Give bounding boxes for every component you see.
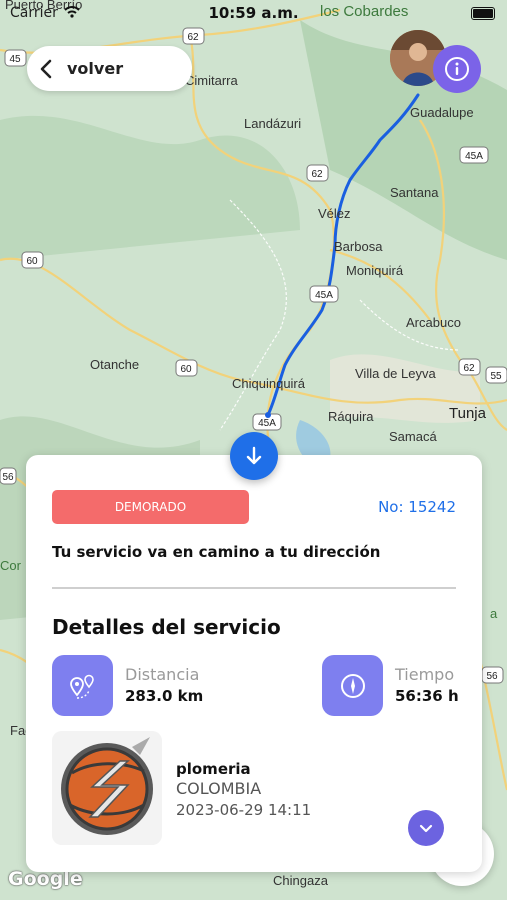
distance-value: 283.0 km (125, 687, 204, 705)
map-label: a (490, 606, 498, 621)
map-label: Santana (390, 185, 439, 200)
battery-icon (471, 7, 495, 20)
chevron-left-icon (40, 59, 52, 78)
road-shield: 55 (485, 366, 507, 384)
service-name: plomeria (176, 760, 251, 778)
road-shield: 62 (182, 27, 205, 45)
status-message: Tu servicio va en camino a tu dirección (52, 543, 381, 561)
road-shield: 56 (481, 666, 504, 684)
svg-text:60: 60 (180, 364, 192, 375)
expand-details-button[interactable] (408, 810, 444, 846)
map-label: Cor (0, 558, 22, 573)
order-number: No: 15242 (378, 498, 456, 516)
svg-text:45A: 45A (315, 290, 333, 301)
svg-text:56: 56 (486, 671, 498, 682)
map-label: Barbosa (334, 239, 383, 254)
road-shield: 45 (4, 49, 27, 67)
map-label: Landázuri (244, 116, 301, 131)
road-shield: 62 (458, 358, 481, 376)
section-title: Detalles del servicio (52, 615, 281, 639)
road-shield: 62 (306, 164, 329, 182)
distance-icon-box (52, 655, 113, 716)
compass-icon (340, 673, 365, 698)
collapse-card-button[interactable] (230, 432, 278, 480)
map-label: Chiquinquirá (232, 376, 306, 391)
map-label: Cimitarra (185, 73, 238, 88)
time-value: 56:36 h (395, 687, 459, 705)
svg-text:45A: 45A (258, 418, 276, 429)
map-label: Vélez (318, 206, 351, 221)
svg-text:60: 60 (26, 256, 38, 267)
svg-text:62: 62 (311, 169, 323, 180)
info-icon (445, 57, 469, 81)
service-logo-image (52, 731, 162, 845)
service-logo (52, 731, 162, 845)
clock: 10:59 a.m. (208, 4, 299, 22)
svg-text:55: 55 (490, 371, 502, 382)
chevron-down-icon (419, 824, 433, 833)
road-shield: 60 (21, 251, 44, 269)
time-icon-box (322, 655, 383, 716)
service-country: COLOMBIA (176, 779, 262, 798)
divider (52, 587, 456, 589)
map-label: Guadalupe (410, 105, 474, 120)
route-pins-icon (69, 674, 94, 699)
map-label: Samacá (389, 429, 437, 444)
road-shield: 60 (175, 359, 198, 377)
road-shield: 56 (0, 467, 17, 485)
back-button[interactable]: volver (27, 46, 192, 91)
info-button[interactable] (433, 45, 481, 93)
svg-text:56: 56 (2, 472, 14, 483)
time-label: Tiempo (395, 665, 455, 684)
arrow-down-icon (246, 446, 262, 465)
service-datetime: 2023-06-29 14:11 (176, 801, 312, 819)
map-label: Ráquira (328, 409, 374, 424)
map-label: Moniquirá (346, 263, 404, 278)
road-shield: 45A (459, 146, 489, 164)
map-label: Tunja (449, 405, 487, 422)
map-label: Arcabuco (406, 315, 461, 330)
status-bar: Carrier 10:59 a.m. (0, 0, 507, 28)
status-badge: DEMORADO (52, 490, 249, 524)
svg-text:45: 45 (9, 54, 21, 65)
service-card: DEMORADO No: 15242 Tu servicio va en cam… (26, 455, 482, 872)
back-button-label: volver (67, 59, 124, 78)
svg-text:62: 62 (187, 32, 199, 43)
map-label: Otanche (90, 357, 139, 372)
map-label: Villa de Leyva (355, 366, 436, 381)
map-label: Chingaza (273, 873, 329, 888)
svg-text:45A: 45A (465, 151, 483, 162)
distance-label: Distancia (125, 665, 200, 684)
road-shield: 45A (309, 285, 339, 303)
svg-text:62: 62 (463, 363, 475, 374)
